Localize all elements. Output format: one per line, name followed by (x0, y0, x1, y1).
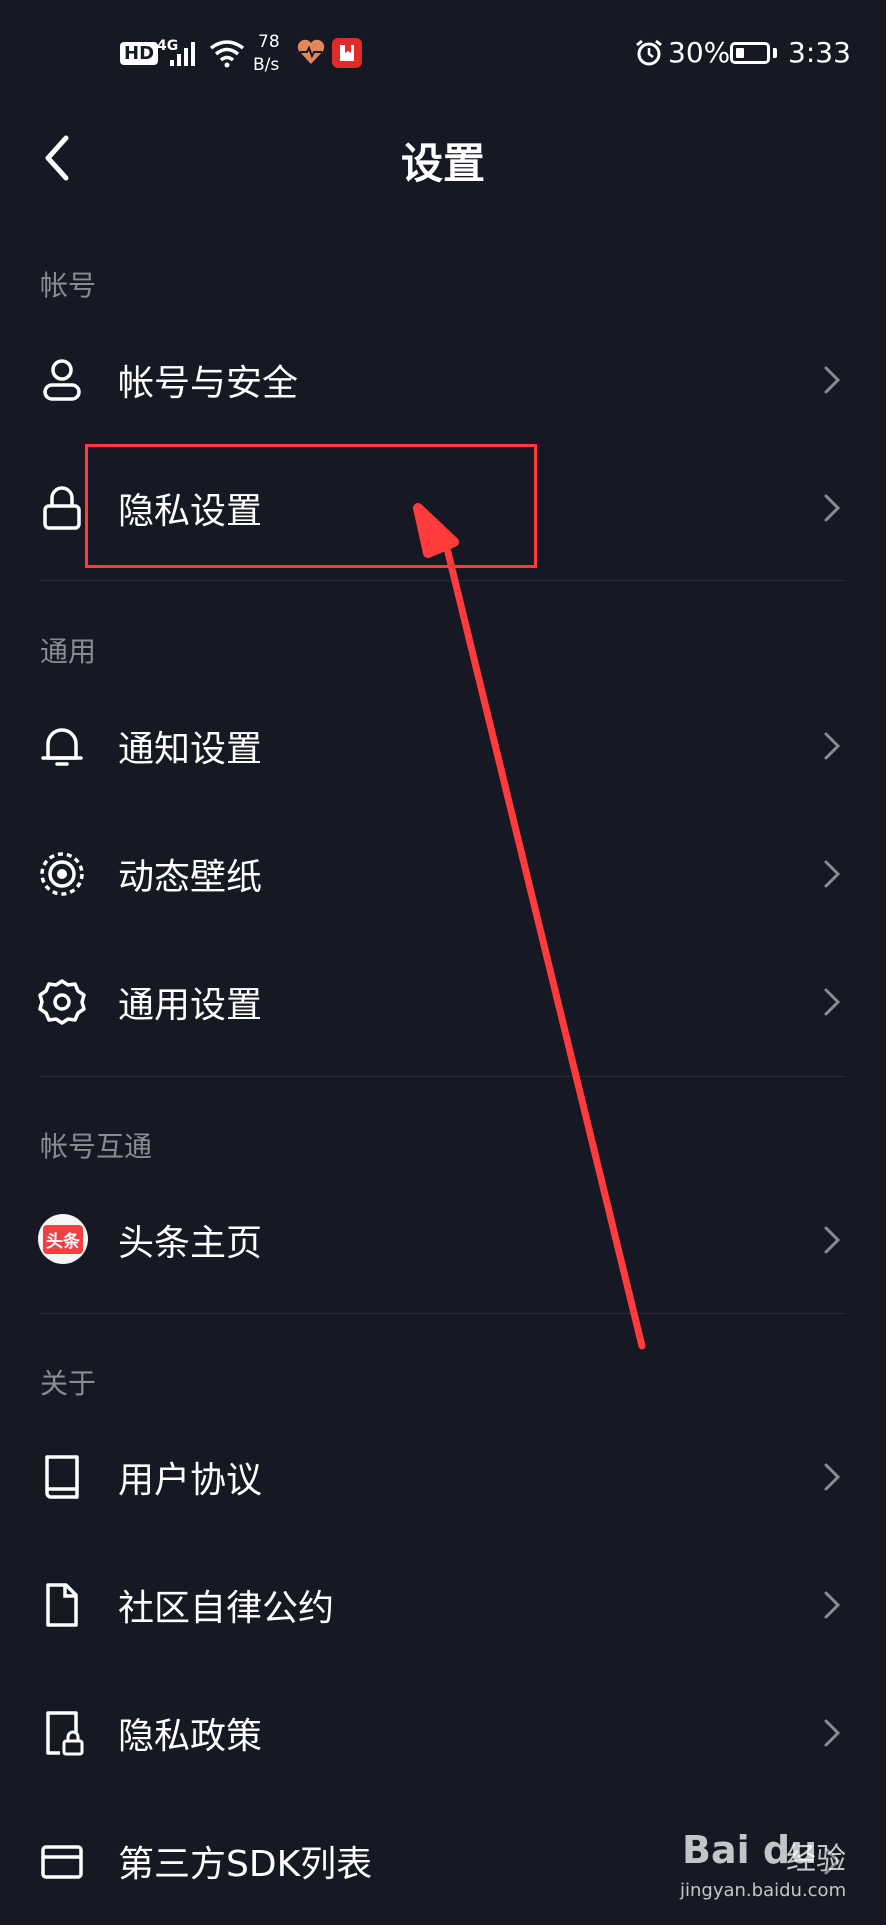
clock: 3:33 (788, 36, 851, 69)
privacy-file-icon (46, 1711, 84, 1756)
chevron-right-icon (824, 860, 841, 888)
settings-item-account-security[interactable]: 帐号与安全 (0, 316, 886, 444)
settings-item-label: 帐号与安全 (118, 363, 299, 404)
chevron-right-icon (824, 1463, 841, 1491)
toutiao-badge-text: 头条 (43, 1224, 83, 1254)
chevron-right-icon (824, 494, 841, 522)
divider (40, 1313, 846, 1314)
divider (40, 580, 846, 581)
settings-item-privacy[interactable]: 隐私设置 (0, 444, 886, 572)
alarm-icon (636, 39, 662, 66)
settings-item-community-convention[interactable]: 社区自律公约 (0, 1541, 886, 1669)
divider (40, 1076, 846, 1077)
wifi-icon (209, 40, 245, 68)
settings-item-label: 通知设置 (118, 729, 263, 770)
chevron-right-icon (824, 1226, 841, 1254)
book-icon (45, 1455, 79, 1499)
battery-tip (773, 48, 777, 58)
bell-icon (41, 728, 83, 766)
settings-item-toutiao-homepage[interactable]: 头条 头条主页 (0, 1176, 886, 1304)
section-title-about: 关于 (40, 1367, 97, 1400)
settings-item-label: 用户协议 (118, 1460, 263, 1501)
battery-percentage: 30% (668, 36, 731, 69)
document-icon (46, 1583, 78, 1627)
chevron-right-icon (824, 1719, 841, 1747)
settings-item-label: 动态壁纸 (118, 857, 263, 898)
section-title-general: 通用 (40, 635, 97, 668)
net-speed-value: 78 (258, 32, 280, 52)
chevron-right-icon (824, 988, 841, 1016)
chevron-right-icon (824, 1591, 841, 1619)
settings-item-user-agreement[interactable]: 用户协议 (0, 1413, 886, 1541)
status-bar: HD 4G 78 B/s 30% 3:33 (0, 0, 886, 110)
chevron-right-icon (824, 366, 841, 394)
header: 设置 (0, 110, 886, 210)
battery-icon (730, 42, 770, 64)
wallpaper-icon (40, 852, 84, 896)
user-icon (43, 359, 81, 401)
settings-item-general-settings[interactable]: 通用设置 (0, 938, 886, 1066)
settings-item-notifications[interactable]: 通知设置 (0, 682, 886, 810)
page-title: 设置 (400, 139, 485, 188)
settings-item-label: 通用设置 (118, 985, 263, 1026)
wallet-icon (41, 1845, 83, 1879)
section-title-account: 帐号 (40, 269, 97, 302)
settings-item-label: 头条主页 (118, 1223, 263, 1264)
net-speed-unit: B/s (253, 55, 280, 75)
toutiao-icon: 头条 (38, 1214, 88, 1264)
section-title-account-interop: 帐号互通 (40, 1130, 153, 1163)
hd-indicator: HD (120, 42, 159, 65)
settings-item-privacy-policy[interactable]: 隐私政策 (0, 1669, 886, 1797)
gear-icon (38, 979, 86, 1025)
chevron-right-icon (824, 732, 841, 760)
settings-item-label: 隐私政策 (118, 1716, 263, 1757)
settings-item-label: 社区自律公约 (118, 1588, 335, 1629)
settings-item-label: 隐私设置 (118, 491, 263, 532)
app-notification-icon (332, 38, 362, 68)
battery-fill (736, 48, 745, 58)
lock-icon (43, 486, 81, 530)
watermark-text: 经验 (786, 1842, 846, 1877)
signal-icon (170, 42, 195, 66)
settings-item-label: 第三方SDK列表 (118, 1844, 373, 1885)
health-heart-icon (297, 39, 325, 64)
watermark-url: jingyan.baidu.com (680, 1880, 847, 1901)
baidu-jingyan-watermark: Bai du 经验 jingyan.baidu.com (676, 1820, 886, 1920)
settings-item-live-wallpaper[interactable]: 动态壁纸 (0, 810, 886, 938)
